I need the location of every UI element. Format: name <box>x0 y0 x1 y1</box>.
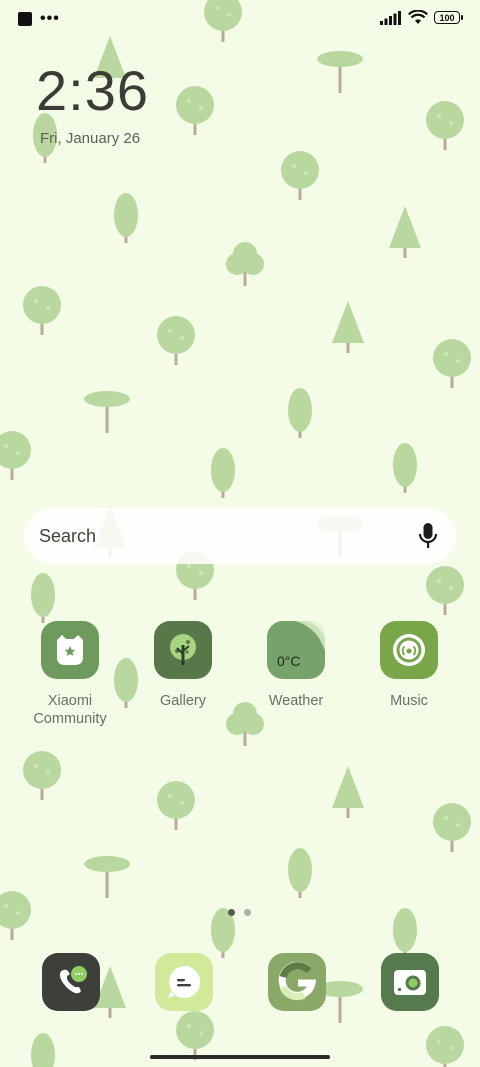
page-dot[interactable] <box>244 909 251 916</box>
dock-phone[interactable] <box>42 953 100 1011</box>
xiaomi-community-icon <box>41 621 99 679</box>
app-label: Gallery <box>160 693 206 709</box>
app-gallery[interactable]: Gallery <box>128 621 238 710</box>
clock-date[interactable]: Fri, January 26 <box>40 130 140 147</box>
messages-icon <box>168 965 201 998</box>
app-weather[interactable]: 0°C Weather <box>241 621 351 710</box>
clock-time[interactable]: 2:36 <box>36 58 149 124</box>
gallery-tree-icon <box>154 621 212 679</box>
app-label: Xiaomi Community <box>33 693 107 727</box>
page-indicator <box>228 909 251 916</box>
music-icon <box>380 621 438 679</box>
google-icon <box>278 961 317 1001</box>
dock-camera[interactable] <box>381 953 439 1011</box>
phone-icon <box>59 966 87 994</box>
weather-icon: 0°C <box>267 621 325 679</box>
dock-google[interactable] <box>268 953 326 1011</box>
notification-square-icon <box>18 12 32 26</box>
status-bar: ••• 100 <box>0 0 480 42</box>
signal-icon <box>380 10 401 25</box>
battery-icon: 100 <box>434 11 463 24</box>
camera-icon <box>394 970 426 995</box>
dock-messages[interactable] <box>155 953 213 1011</box>
mic-icon[interactable] <box>418 522 438 550</box>
page-dot-active[interactable] <box>228 909 235 916</box>
battery-level: 100 <box>439 12 455 23</box>
search-bar[interactable]: Search <box>24 508 456 564</box>
app-label: Weather <box>268 693 324 709</box>
app-label: Music <box>390 693 428 709</box>
weather-temp: 0°C <box>277 653 301 669</box>
app-music[interactable]: Music <box>354 621 464 710</box>
home-indicator-bar[interactable] <box>150 1055 330 1059</box>
search-label: Search <box>39 526 97 546</box>
wifi-icon <box>408 10 428 24</box>
more-dots-icon: ••• <box>40 10 60 27</box>
app-xiaomi-community[interactable]: Xiaomi Community <box>15 621 125 728</box>
